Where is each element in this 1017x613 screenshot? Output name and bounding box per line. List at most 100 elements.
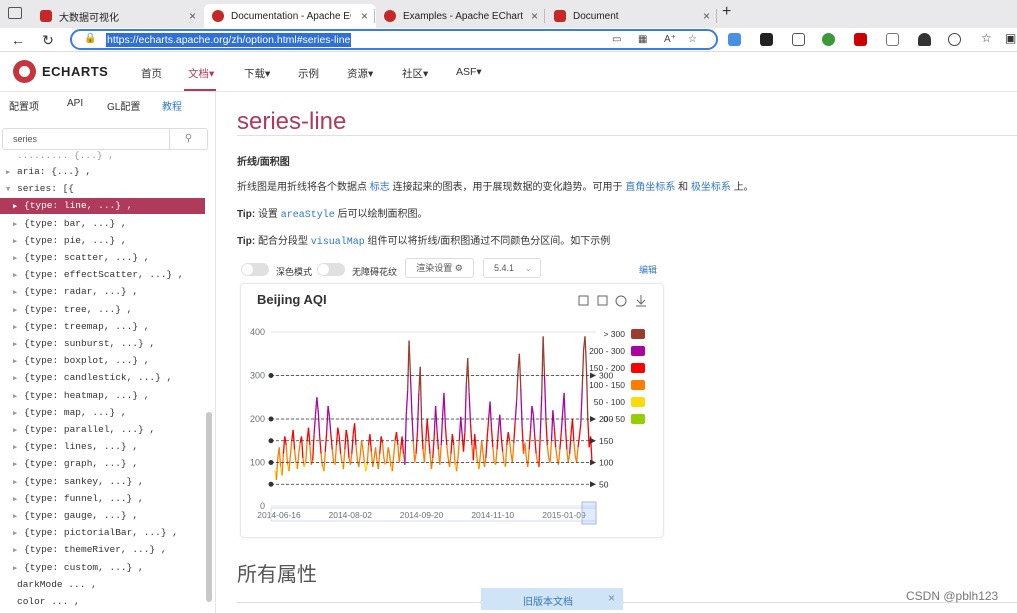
link-symbol[interactable]: 标志: [370, 182, 390, 193]
nav-home[interactable]: 首页: [141, 66, 162, 81]
extension-icon[interactable]: [760, 33, 773, 46]
echarts-logo-icon[interactable]: [13, 60, 36, 83]
address-bar[interactable]: 🔒 https://echarts.apache.org/zh/option.h…: [70, 29, 718, 50]
tree-item[interactable]: ▶ {type: lines, ...} ,: [13, 439, 138, 455]
zoom-reset-icon[interactable]: [597, 295, 608, 306]
visualmap-piece-label[interactable]: 50 - 100: [594, 397, 625, 407]
nav-asf[interactable]: ASF▾: [456, 66, 482, 78]
tab-examples[interactable]: Examples - Apache ECharts ×: [376, 4, 546, 28]
caret-right-icon[interactable]: ▶: [13, 389, 24, 405]
nav-examples[interactable]: 示例: [298, 66, 319, 81]
visualmap-piece-swatch[interactable]: [631, 329, 645, 339]
visualmap-piece-swatch[interactable]: [631, 346, 645, 356]
tree-item[interactable]: ▶ {type: effectScatter, ...} ,: [13, 267, 184, 283]
search-input[interactable]: series: [13, 134, 37, 144]
sidebar-search[interactable]: series ⚲: [2, 128, 208, 150]
echarts-logo-text[interactable]: ECHARTS: [42, 64, 108, 79]
lock-icon[interactable]: 🔒: [84, 33, 96, 44]
search-icon[interactable]: ⚲: [169, 129, 207, 149]
caret-right-icon[interactable]: ▶: [13, 320, 24, 336]
nav-community[interactable]: 社区▾: [402, 66, 428, 81]
tree-item[interactable]: ▶ {type: themeRiver, ...} ,: [13, 542, 167, 558]
read-aloud-icon[interactable]: A⁺: [664, 34, 676, 45]
version-select[interactable]: 5.4.1 ⌄: [483, 258, 541, 278]
workspace-icon[interactable]: [8, 7, 22, 19]
caret-right-icon[interactable]: ▶: [13, 285, 24, 301]
tree-item[interactable]: ▶ {type: sankey, ...} ,: [13, 474, 144, 490]
sidebar-tab-gl[interactable]: GL配置: [107, 98, 140, 113]
old-doc-banner[interactable]: 旧版本文档 ×: [481, 588, 623, 610]
nav-download[interactable]: 下载▾: [244, 66, 270, 81]
caret-right-icon[interactable]: ▶: [13, 440, 24, 456]
old-doc-link[interactable]: 旧版本文档: [523, 593, 573, 608]
visualmap-piece-label[interactable]: 200 - 300: [589, 346, 625, 356]
caret-right-icon[interactable]: ▶: [13, 423, 24, 439]
caret-right-icon[interactable]: ▶: [13, 406, 24, 422]
tab-close-icon[interactable]: ×: [189, 9, 196, 23]
qr-icon[interactable]: ▦: [638, 34, 647, 45]
tree-item[interactable]: ▶ {type: graph, ...} ,: [13, 456, 138, 472]
tree-item[interactable]: ▶ {type: pictorialBar, ...} ,: [13, 525, 178, 541]
favorite-star-icon[interactable]: ☆: [688, 34, 697, 45]
tree-item[interactable]: ▶ {type: scatter, ...} ,: [13, 250, 149, 266]
caret-right-icon[interactable]: ▶: [13, 509, 24, 525]
caret-right-icon[interactable]: ▶: [13, 217, 24, 233]
link-visual-map[interactable]: visualMap: [311, 237, 365, 248]
refresh-icon[interactable]: ↻: [38, 30, 58, 50]
edit-link[interactable]: 编辑: [639, 263, 657, 276]
tree-item[interactable]: ▶ {type: bar, ...} ,: [13, 216, 127, 232]
visualmap-piece-swatch[interactable]: [631, 414, 645, 424]
link-cartesian[interactable]: 直角坐标系: [625, 182, 675, 193]
video-extension-icon[interactable]: [854, 33, 867, 46]
tree-item[interactable]: ▶ {type: heatmap, ...} ,: [13, 388, 149, 404]
pen-extension-icon[interactable]: [918, 33, 931, 46]
tree-item[interactable]: ▶ {type: pie, ...} ,: [13, 233, 127, 249]
caret-right-icon[interactable]: ▶: [13, 561, 24, 577]
translate-extension-icon[interactable]: [728, 33, 741, 46]
visualmap-piece-swatch[interactable]: [631, 380, 645, 390]
tree-item[interactable]: darkMode ... ,: [6, 577, 97, 593]
link-polar[interactable]: 极坐标系: [691, 182, 731, 193]
caret-right-icon[interactable]: ▶: [13, 251, 24, 267]
visualmap-piece-label[interactable]: 0 - 50: [603, 414, 625, 424]
visualmap-piece-swatch[interactable]: [631, 363, 645, 373]
tab-document[interactable]: Document ×: [546, 4, 718, 28]
caret-right-icon[interactable]: ▶: [13, 354, 24, 370]
render-settings-button[interactable]: 渲染设置 ⚙: [405, 258, 474, 278]
tree-item[interactable]: ▶ {type: sunburst, ...} ,: [13, 336, 155, 352]
visualmap-piece-label[interactable]: 150 - 200: [589, 363, 625, 373]
tree-item[interactable]: ▶ {type: custom, ...} ,: [13, 560, 144, 576]
link-area-style[interactable]: areaStyle: [281, 210, 335, 221]
tree-item[interactable]: ▶ {type: radar, ...} ,: [13, 284, 138, 300]
restore-icon[interactable]: [615, 295, 627, 307]
nav-docs[interactable]: 文档▾: [188, 66, 214, 81]
dark-mode-toggle[interactable]: [241, 263, 269, 276]
notes-extension-icon[interactable]: [886, 33, 899, 46]
caret-down-icon[interactable]: ▼: [6, 182, 17, 198]
cast-icon[interactable]: ▭: [612, 34, 621, 45]
save-image-icon[interactable]: [636, 295, 646, 307]
caret-right-icon[interactable]: ▶: [13, 303, 24, 319]
caret-right-icon[interactable]: ▶: [13, 234, 24, 250]
sidebar-tab-api[interactable]: API: [67, 98, 83, 109]
caret-right-icon[interactable]: ▶: [13, 475, 24, 491]
tab-documentation[interactable]: Documentation - Apache ECharts ×: [204, 4, 376, 28]
tab-close-icon[interactable]: ×: [703, 9, 710, 23]
tree-item[interactable]: ▶ {type: treemap, ...} ,: [13, 319, 149, 335]
tab-close-icon[interactable]: ×: [361, 9, 368, 23]
tree-item-selected[interactable]: ▶ {type: line, ...} ,: [0, 198, 205, 215]
tree-item[interactable]: ▶ {type: funnel, ...} ,: [13, 491, 144, 507]
decal-toggle[interactable]: [317, 263, 345, 276]
sidebar-tab-options[interactable]: 配置项: [9, 98, 39, 113]
zoom-icon[interactable]: [578, 295, 589, 306]
caret-right-icon[interactable]: ▶: [13, 337, 24, 353]
favorites-icon[interactable]: ☆: [981, 31, 992, 45]
back-icon[interactable]: ←: [8, 30, 28, 50]
datazoom-handle[interactable]: [581, 501, 597, 525]
new-tab-button[interactable]: +: [722, 3, 731, 21]
tab-close-icon[interactable]: ×: [531, 9, 538, 23]
caret-right-icon[interactable]: ▶: [6, 165, 17, 181]
caret-right-icon[interactable]: ▶: [13, 371, 24, 387]
visualmap-piece-label[interactable]: 100 - 150: [589, 380, 625, 390]
caret-right-icon[interactable]: ▶: [13, 199, 24, 215]
